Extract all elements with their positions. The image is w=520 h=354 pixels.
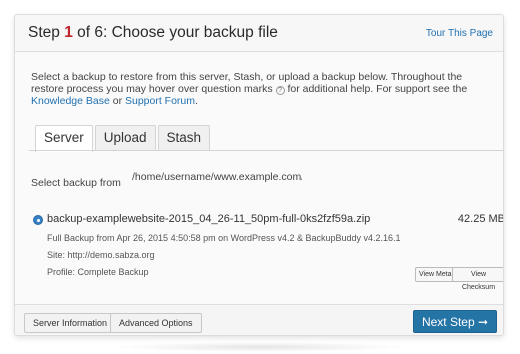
intro-text: Select a backup to restore from this ser… [31,71,496,107]
backup-site: Site: http://demo.sabza.org [47,250,155,260]
current-step-number: 1 [64,24,73,41]
backup-profile: Profile: Complete Backup [47,267,149,277]
backup-list-item: backup-examplewebsite-2015_04_26-11_50pm… [31,209,504,291]
intro-text-part-2: for additional help. For support see the [284,83,468,95]
backup-details: Full Backup from Apr 26, 2015 4:50:58 pm… [47,233,401,243]
restore-wizard-panel: Step 1 of 6: Choose your backup file Tou… [14,14,504,336]
tab-stash[interactable]: Stash [157,125,211,151]
page-title: Step 1 of 6: Choose your backup file [28,24,278,42]
intro-text-part-4: . [195,95,198,107]
tour-page-link[interactable]: Tour This Page [426,28,493,39]
backup-path-input[interactable] [129,167,305,186]
intro-text-part-3: or [109,95,125,107]
wizard-header: Step 1 of 6: Choose your backup file Tou… [15,15,503,52]
select-backup-label: Select backup from [31,177,121,189]
backup-file-size: 42.25 MB [457,213,504,225]
knowledge-base-link[interactable]: Knowledge Base [31,95,110,107]
view-checksum-button[interactable]: View Checksum [452,267,503,291]
server-tab-content: Select backup from backup-examplewebsite… [29,150,503,300]
server-information-button[interactable]: Server Information [24,313,117,333]
next-step-button[interactable]: Next Step ➞ [413,310,497,333]
backup-radio-button[interactable] [33,215,43,225]
backup-filename[interactable]: backup-examplewebsite-2015_04_26-11_50pm… [47,213,370,225]
panel-drop-shadow [110,342,410,352]
advanced-options-button[interactable]: Advanced Options [110,313,202,333]
support-forum-link[interactable]: Support Forum [125,95,195,107]
wizard-footer: Server Information Advanced Options Next… [15,304,503,335]
tab-server[interactable]: Server [35,125,93,152]
title-suffix: of 6: Choose your backup file [72,24,278,41]
tab-upload[interactable]: Upload [94,125,156,151]
source-tabs: Server Upload Stash [35,125,212,152]
question-mark-icon[interactable]: ? [275,86,285,95]
view-meta-button[interactable]: View Meta [415,267,456,282]
title-prefix: Step [28,24,65,41]
